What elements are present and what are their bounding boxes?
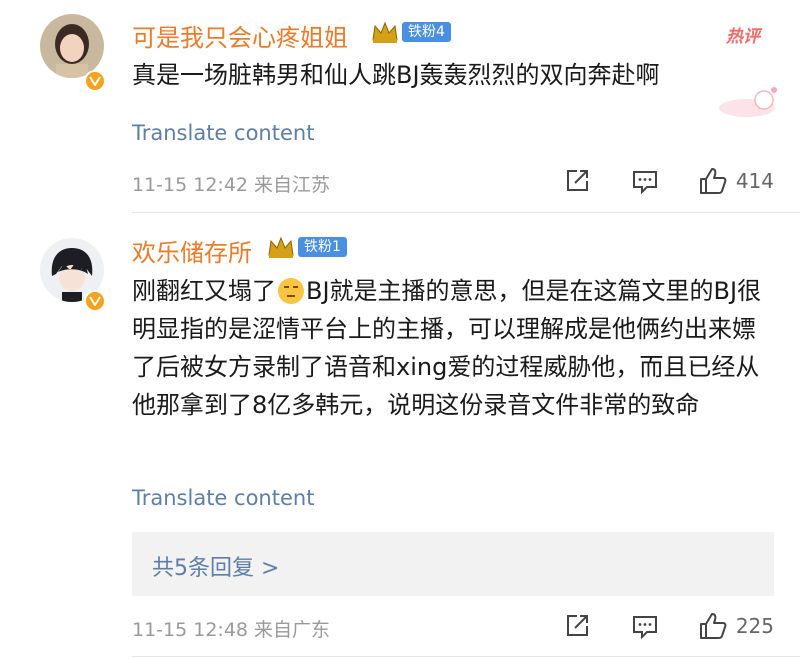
emoji-icon: [278, 278, 304, 304]
comment-timestamp: 11-15 12:48 来自广东: [132, 619, 331, 641]
comment-timestamp: 11-15 12:42 来自江苏: [132, 174, 331, 196]
verified-icon: [84, 70, 106, 92]
fan-level-label: 铁粉1: [298, 237, 347, 257]
comment-icon[interactable]: [630, 166, 660, 196]
like-icon[interactable]: [698, 611, 728, 641]
translate-link[interactable]: Translate content: [132, 486, 314, 510]
fan-badge: 铁粉4: [370, 20, 451, 44]
like-icon[interactable]: [698, 166, 728, 196]
replies-box[interactable]: 共5条回复 >: [132, 532, 774, 596]
view-replies-link[interactable]: 共5条回复 >: [152, 550, 279, 582]
verified-icon: [84, 290, 106, 312]
hot-comment-badge: 热评: [726, 27, 760, 47]
fan-level-label: 铁粉4: [402, 22, 451, 42]
divider: [132, 656, 800, 657]
like-count: 414: [735, 169, 774, 193]
comment-actions: 225: [524, 611, 774, 641]
crown-icon: [372, 21, 398, 43]
fan-badge: 铁粉1: [266, 235, 347, 259]
cat-sticker-icon: [719, 87, 777, 117]
comment-icon[interactable]: [630, 611, 660, 641]
username[interactable]: 可是我只会心疼姐姐: [132, 18, 348, 53]
username[interactable]: 欢乐储存所: [132, 233, 252, 268]
comment-actions: 414: [524, 166, 774, 196]
divider: [132, 212, 800, 213]
translate-link[interactable]: Translate content: [132, 121, 314, 145]
share-icon[interactable]: [562, 611, 592, 641]
avatar[interactable]: [40, 14, 104, 78]
comment-text: 真是一场脏韩男和仙人跳BJ轰轰烈烈的双向奔赴啊: [132, 61, 660, 89]
like-count: 225: [735, 614, 774, 638]
comment-text: 刚翻红又塌了 BJ就是主播的意思，但是在这篇文里的BJ很明显指的是涩情平台上的主播…: [132, 272, 772, 424]
comment-text-part1: 刚翻红又塌了: [132, 277, 276, 305]
share-icon[interactable]: [562, 166, 592, 196]
crown-icon: [268, 236, 294, 258]
